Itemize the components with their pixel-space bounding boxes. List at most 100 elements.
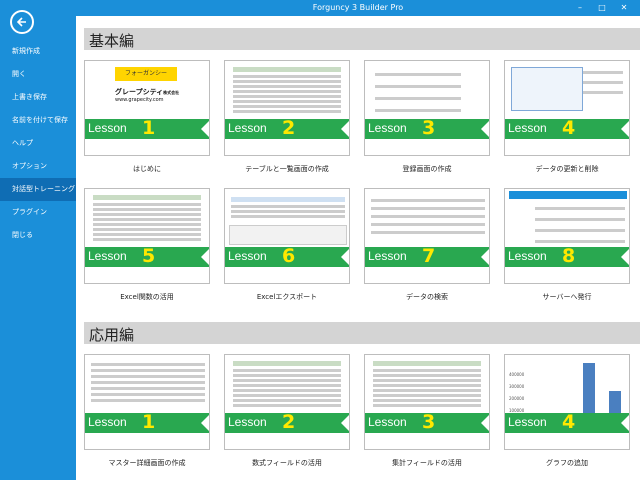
lesson-card[interactable]: Lesson 6 Excelエクスポート bbox=[224, 188, 350, 302]
mock-chart-bar bbox=[609, 391, 621, 413]
mock-row bbox=[93, 238, 201, 241]
lesson-card[interactable]: フォーガンシー グレープシティ株式会社 www.grapecity.com Les… bbox=[84, 60, 210, 174]
section-title: 応用編 bbox=[89, 326, 135, 344]
lesson-label: Lesson bbox=[368, 249, 407, 263]
mock-row bbox=[535, 218, 625, 221]
mock-row bbox=[535, 229, 625, 232]
lesson-caption[interactable]: グラフの追加 bbox=[504, 458, 630, 468]
section-title: 基本編 bbox=[89, 32, 135, 50]
lesson-caption[interactable]: Excel関数の活用 bbox=[84, 292, 210, 302]
mock-row bbox=[373, 404, 481, 407]
maximize-button[interactable]: □ bbox=[594, 2, 610, 14]
lesson-thumbnail[interactable]: Lesson 2 bbox=[224, 354, 350, 450]
mock-row bbox=[373, 399, 481, 402]
lesson-ribbon: Lesson 3 bbox=[365, 411, 489, 433]
mock-row bbox=[93, 208, 201, 211]
lesson-caption[interactable]: 登録画面の作成 bbox=[364, 164, 490, 174]
sidebar-item-close[interactable]: 閉じる bbox=[0, 224, 76, 247]
lesson-thumbnail[interactable]: フォーガンシー グレープシティ株式会社 www.grapecity.com Les… bbox=[84, 60, 210, 156]
lesson-number: 2 bbox=[282, 117, 296, 139]
lesson-number: 1 bbox=[142, 411, 156, 433]
lesson-ribbon: Lesson 6 bbox=[225, 245, 349, 267]
lesson-thumbnail[interactable]: Lesson 3 bbox=[364, 60, 490, 156]
mock-row bbox=[93, 218, 201, 221]
lesson-caption[interactable]: Excelエクスポート bbox=[224, 292, 350, 302]
lesson-thumbnail[interactable]: Lesson 3 bbox=[364, 354, 490, 450]
mock-row bbox=[91, 393, 205, 396]
mock-row bbox=[233, 394, 341, 397]
lesson-thumbnail[interactable]: Lesson 5 bbox=[84, 188, 210, 284]
section-header-basic: 基本編 bbox=[84, 28, 640, 50]
lesson-card[interactable]: Lesson 3 登録画面の作成 bbox=[364, 60, 490, 174]
lesson-caption[interactable]: 数式フィールドの活用 bbox=[224, 458, 350, 468]
sidebar-item-help[interactable]: ヘルプ bbox=[0, 132, 76, 155]
lesson-card[interactable]: Lesson 5 Excel関数の活用 bbox=[84, 188, 210, 302]
mock-row bbox=[233, 369, 341, 372]
lesson-number: 3 bbox=[422, 411, 436, 433]
mock-row bbox=[371, 231, 485, 234]
sidebar-item-open[interactable]: 開く bbox=[0, 63, 76, 86]
lesson-card[interactable]: Lesson 3 集計フィールドの活用 bbox=[364, 354, 490, 468]
lesson-label: Lesson bbox=[508, 415, 547, 429]
mock-row bbox=[373, 374, 481, 377]
sidebar-item-training[interactable]: 対話型トレーニング bbox=[0, 178, 76, 201]
lesson-ribbon: Lesson 8 bbox=[505, 245, 629, 267]
sidebar-item-options[interactable]: オプション bbox=[0, 155, 76, 178]
mock-row bbox=[375, 73, 461, 76]
lesson-ribbon: Lesson 4 bbox=[505, 117, 629, 139]
mock-row bbox=[93, 233, 201, 236]
lesson-caption[interactable]: データの更新と削除 bbox=[504, 164, 630, 174]
lesson-ribbon: Lesson 4 bbox=[505, 411, 629, 433]
sidebar-item-new[interactable]: 新規作成 bbox=[0, 40, 76, 63]
lesson-ribbon: Lesson 3 bbox=[365, 117, 489, 139]
lesson-card[interactable]: Lesson 2 テーブルと一覧画面の作成 bbox=[224, 60, 350, 174]
back-button[interactable] bbox=[10, 10, 34, 34]
mock-row bbox=[233, 85, 341, 88]
lesson-label: Lesson bbox=[508, 121, 547, 135]
lesson-card[interactable]: 400000 300000 200000 100000 Lesson 4 グラフの追… bbox=[504, 354, 630, 468]
lesson-card[interactable]: Lesson 2 数式フィールドの活用 bbox=[224, 354, 350, 468]
lesson-label: Lesson bbox=[368, 415, 407, 429]
lesson-card[interactable]: Lesson 4 データの更新と削除 bbox=[504, 60, 630, 174]
mock-row bbox=[373, 389, 481, 392]
lesson-caption[interactable]: マスター詳細画面の作成 bbox=[84, 458, 210, 468]
sidebar-item-save-as[interactable]: 名前を付けて保存 bbox=[0, 109, 76, 132]
lesson-label: Lesson bbox=[88, 121, 127, 135]
lesson-thumbnail[interactable]: Lesson 2 bbox=[224, 60, 350, 156]
lesson-caption[interactable]: サーバーへ発行 bbox=[504, 292, 630, 302]
lesson-caption[interactable]: テーブルと一覧画面の作成 bbox=[224, 164, 350, 174]
mock-excel-ribbon bbox=[229, 225, 347, 245]
mock-company-url: www.grapecity.com bbox=[115, 97, 164, 103]
lesson-card[interactable]: Lesson 1 マスター詳細画面の作成 bbox=[84, 354, 210, 468]
lesson-thumbnail[interactable]: Lesson 1 bbox=[84, 354, 210, 450]
lesson-caption[interactable]: はじめに bbox=[84, 164, 210, 174]
lesson-thumbnail[interactable]: Lesson 6 bbox=[224, 188, 350, 284]
lesson-thumbnail[interactable]: Lesson 4 bbox=[504, 60, 630, 156]
minimize-button[interactable]: – bbox=[572, 2, 588, 14]
lesson-caption[interactable]: データの検索 bbox=[364, 292, 490, 302]
lesson-number: 5 bbox=[142, 245, 156, 267]
lesson-thumbnail[interactable]: Lesson 7 bbox=[364, 188, 490, 284]
sidebar-item-plugins[interactable]: プラグイン bbox=[0, 201, 76, 224]
lesson-label: Lesson bbox=[88, 249, 127, 263]
lesson-number: 1 bbox=[142, 117, 156, 139]
lesson-ribbon: Lesson 2 bbox=[225, 117, 349, 139]
lesson-ribbon: Lesson 2 bbox=[225, 411, 349, 433]
lesson-label: Lesson bbox=[228, 415, 267, 429]
title-bar: Forguncy 3 Builder Pro – □ ✕ bbox=[76, 0, 640, 16]
lesson-caption[interactable]: 集計フィールドの活用 bbox=[364, 458, 490, 468]
sidebar: 新規作成 開く 上書き保存 名前を付けて保存 ヘルプ オプション 対話型トレーニ… bbox=[0, 0, 76, 480]
close-button[interactable]: ✕ bbox=[616, 2, 632, 14]
lesson-thumbnail[interactable]: Lesson 8 bbox=[504, 188, 630, 284]
lesson-card[interactable]: Lesson 8 サーバーへ発行 bbox=[504, 188, 630, 302]
mock-row bbox=[233, 374, 341, 377]
lesson-card[interactable]: Lesson 7 データの検索 bbox=[364, 188, 490, 302]
mock-row bbox=[231, 210, 345, 213]
mock-row bbox=[233, 95, 341, 98]
content-area: 基本編 応用編 フォーガンシー グレープシティ株式会社 www.grapecit… bbox=[76, 16, 640, 480]
mock-row bbox=[233, 100, 341, 103]
mock-row bbox=[231, 215, 345, 218]
lesson-thumbnail[interactable]: 400000 300000 200000 100000 Lesson 4 bbox=[504, 354, 630, 450]
lesson-number: 3 bbox=[422, 117, 436, 139]
sidebar-item-save[interactable]: 上書き保存 bbox=[0, 86, 76, 109]
